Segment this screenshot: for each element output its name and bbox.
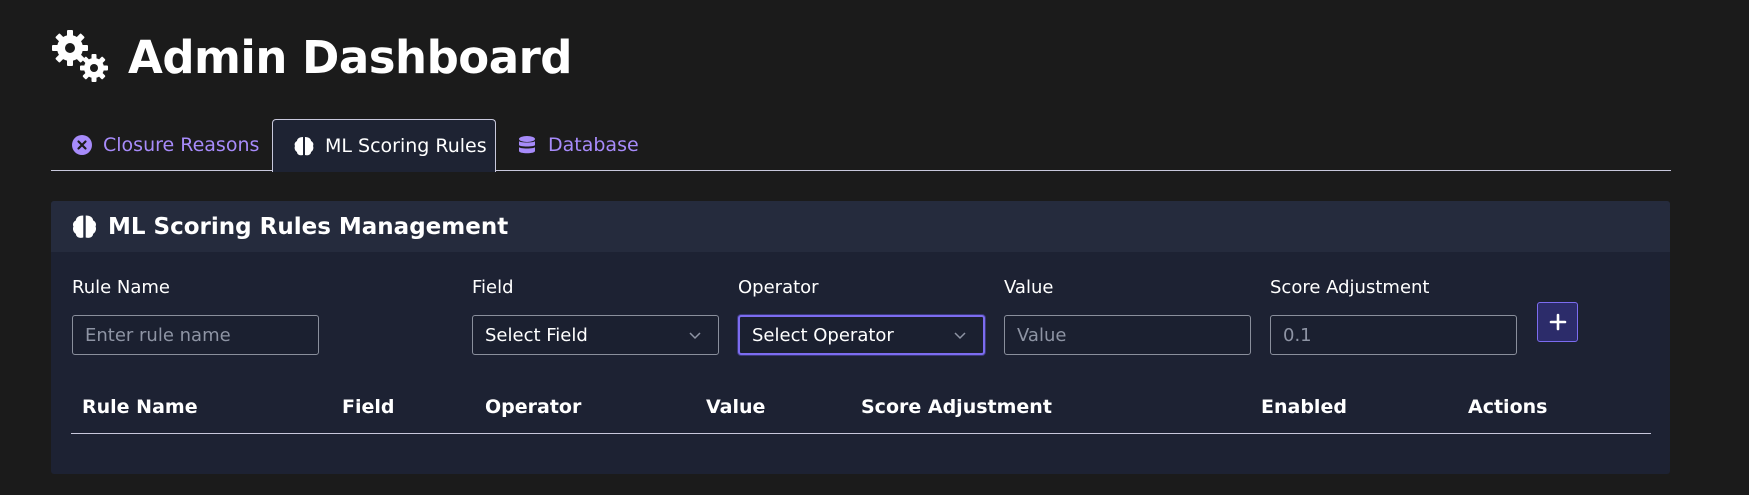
- tab-bar: Closure Reasons ML Scoring Rules Databas…: [51, 119, 1671, 172]
- brain-icon: [72, 215, 97, 238]
- field-select-value: Select Field: [485, 324, 588, 346]
- column-header-field[interactable]: Field: [342, 396, 395, 418]
- tab-ml-scoring-rules[interactable]: ML Scoring Rules: [272, 119, 496, 172]
- operator-group: Operator Select Operator: [738, 277, 985, 355]
- column-header-enabled[interactable]: Enabled: [1261, 396, 1347, 418]
- card-header: ML Scoring Rules Management: [51, 201, 1670, 252]
- column-header-score-adjustment[interactable]: Score Adjustment: [861, 396, 1052, 418]
- column-header-operator[interactable]: Operator: [485, 396, 581, 418]
- field-select[interactable]: Select Field: [472, 315, 719, 355]
- add-rule-form: Rule Name Field Select Field Operator Se…: [51, 277, 1670, 367]
- chevron-down-icon: [689, 332, 701, 340]
- value-input[interactable]: [1004, 315, 1251, 355]
- tab-database[interactable]: Database: [516, 119, 639, 171]
- field-label: Field: [472, 277, 514, 298]
- rule-name-input[interactable]: [72, 315, 319, 355]
- field-group: Field Select Field: [472, 277, 719, 355]
- page-title: Admin Dashboard: [128, 30, 573, 84]
- chevron-down-icon: [954, 332, 966, 340]
- brain-icon: [294, 137, 314, 156]
- add-rule-button[interactable]: [1537, 302, 1578, 342]
- tab-label: Database: [548, 134, 639, 156]
- rules-table-header: Rule Name Field Operator Value Score Adj…: [71, 386, 1651, 434]
- gears-icon: [52, 30, 108, 82]
- page-header: Admin Dashboard: [50, 28, 573, 86]
- tab-closure-reasons[interactable]: Closure Reasons: [71, 119, 259, 171]
- rule-name-group: Rule Name: [72, 277, 319, 355]
- ml-scoring-rules-card: ML Scoring Rules Management Rule Name Fi…: [51, 201, 1670, 474]
- card-title: ML Scoring Rules Management: [108, 213, 509, 240]
- column-header-rule-name[interactable]: Rule Name: [82, 396, 198, 418]
- column-header-actions: Actions: [1468, 396, 1548, 418]
- rule-name-label: Rule Name: [72, 277, 171, 298]
- operator-label: Operator: [738, 277, 819, 298]
- value-label: Value: [1004, 277, 1054, 298]
- database-icon: [519, 136, 535, 154]
- operator-select-value: Select Operator: [752, 324, 894, 346]
- operator-select[interactable]: Select Operator: [738, 315, 985, 355]
- score-adjustment-group: Score Adjustment: [1270, 277, 1517, 355]
- column-header-value[interactable]: Value: [706, 396, 765, 418]
- tab-label: Closure Reasons: [103, 134, 260, 156]
- value-group: Value: [1004, 277, 1251, 355]
- plus-icon: [1549, 313, 1566, 331]
- tab-label: ML Scoring Rules: [325, 135, 487, 157]
- x-circle-icon: [72, 135, 92, 155]
- score-adjustment-input[interactable]: [1270, 315, 1517, 355]
- score-adjustment-label: Score Adjustment: [1270, 277, 1430, 298]
